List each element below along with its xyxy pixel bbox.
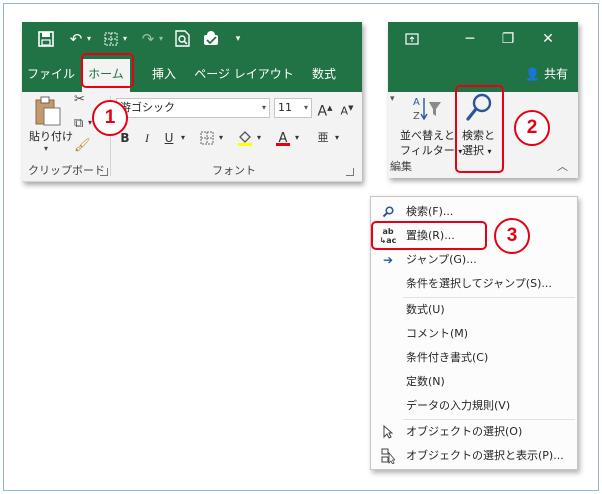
menu-item-goto[interactable]: ➔ ジャンプ(G)... bbox=[371, 248, 577, 272]
ribbon-tabs: ファイル ホーム 挿入 ページ レイアウト 数式 bbox=[22, 56, 362, 92]
grow-font-label: A bbox=[317, 103, 328, 120]
fill-color-dropdown-icon[interactable]: ▾ bbox=[254, 128, 264, 148]
font-group-label: フォント bbox=[212, 164, 256, 177]
ribbon-home-panel: ↶ ▾ ▾ ↷ ▾ ▾ ファイル ホーム 挿入 ページ レイアウト 数式 貼り付… bbox=[22, 22, 362, 182]
menu-item-label: データの入力規則(V) bbox=[406, 399, 511, 412]
selection-pane-icon bbox=[379, 444, 397, 472]
step-badge-1: 1 bbox=[92, 100, 128, 136]
menu-item-constants[interactable]: 定数(N) bbox=[371, 370, 577, 394]
menu-item-label: 条件付き書式(C) bbox=[406, 351, 489, 364]
copy-icon[interactable]: ⧉ bbox=[74, 116, 83, 131]
step-badge-2: 2 bbox=[514, 110, 550, 146]
font-name-value: 游ゴシック bbox=[120, 101, 175, 114]
sort-filter-button[interactable]: 並べ替えと フィルター ▾ bbox=[400, 128, 462, 159]
borders-dropdown-icon[interactable]: ▾ bbox=[216, 128, 226, 148]
sort-filter-icon[interactable]: AZ bbox=[412, 94, 442, 124]
redo-dropdown-icon[interactable]: ▾ bbox=[156, 28, 166, 50]
menu-item-formulas[interactable]: 数式(U) bbox=[371, 298, 577, 322]
menu-item-label: 定数(N) bbox=[406, 375, 445, 388]
phonetic-guide-icon[interactable]: 亜 bbox=[314, 128, 332, 148]
borders-dropdown-icon[interactable]: ▾ bbox=[120, 28, 130, 50]
ribbon-display-options-icon[interactable] bbox=[400, 22, 424, 56]
grow-font-button[interactable]: A▲ bbox=[316, 98, 334, 120]
paste-button[interactable]: 貼り付け bbox=[25, 128, 77, 144]
tab-page-layout[interactable]: ページ レイアウト bbox=[194, 56, 294, 92]
menu-item-selection-pane[interactable]: オブジェクトの選択と表示(P)... bbox=[371, 444, 577, 468]
cut-icon[interactable]: ✂ bbox=[74, 92, 85, 107]
underline-dropdown-icon[interactable]: ▾ bbox=[178, 128, 188, 148]
clipboard-group-label: クリップボード bbox=[28, 164, 105, 177]
quick-access-toolbar: ↶ ▾ ▾ ↷ ▾ ▾ bbox=[22, 22, 362, 56]
svg-text:A: A bbox=[413, 97, 420, 108]
chevron-down-icon: ▾ bbox=[261, 103, 266, 112]
menu-item-label: ジャンプ(G)... bbox=[406, 253, 477, 266]
redo-icon[interactable]: ↷ bbox=[138, 28, 158, 50]
menu-item-label: オブジェクトの選択(O) bbox=[406, 425, 523, 438]
restore-icon[interactable]: ❐ bbox=[496, 22, 520, 56]
close-icon[interactable]: ✕ bbox=[536, 22, 560, 56]
tab-insert[interactable]: 挿入 bbox=[144, 56, 184, 92]
paste-icon[interactable] bbox=[34, 96, 62, 126]
cursor-icon bbox=[379, 420, 397, 447]
borders-icon[interactable] bbox=[102, 28, 120, 50]
menu-item-label: 条件を選択してジャンプ(S)... bbox=[406, 277, 552, 290]
ribbon-home-body: 貼り付け ▾ ✂ ⧉ ▾ 🖌 クリップボード 游ゴシック ▾ 11 ▾ A▲ A… bbox=[22, 92, 362, 182]
share-button[interactable]: 👤 共有 bbox=[525, 65, 568, 82]
menu-item-label: 数式(U) bbox=[406, 303, 445, 316]
more-left-icon[interactable]: ▾ bbox=[390, 94, 395, 104]
highlight-replace-item bbox=[371, 221, 487, 250]
save-icon[interactable] bbox=[36, 28, 56, 50]
shrink-font-label: A bbox=[340, 104, 349, 118]
minimize-icon[interactable]: ─ bbox=[458, 22, 482, 56]
font-color-icon[interactable]: A bbox=[274, 128, 292, 148]
tab-file[interactable]: ファイル bbox=[26, 56, 76, 92]
menu-item-label: コメント(M) bbox=[406, 327, 469, 340]
paste-dropdown-icon[interactable]: ▾ bbox=[44, 144, 48, 153]
fill-color-icon[interactable] bbox=[236, 128, 254, 148]
arrow-right-icon: ➔ bbox=[382, 253, 394, 267]
spelling-check-icon[interactable] bbox=[200, 28, 222, 50]
share-icon: 👤 bbox=[525, 67, 541, 81]
borders-icon[interactable] bbox=[198, 128, 216, 148]
font-launcher-icon[interactable] bbox=[346, 168, 354, 176]
italic-button[interactable]: I bbox=[138, 128, 156, 148]
clipboard-launcher-icon[interactable] bbox=[100, 168, 108, 176]
menu-item-goto-special[interactable]: 条件を選択してジャンプ(S)... bbox=[371, 272, 577, 296]
phonetic-dropdown-icon[interactable]: ▾ bbox=[332, 128, 342, 148]
sort-filter-label-line2: フィルター ▾ bbox=[400, 144, 463, 157]
font-color-dropdown-icon[interactable]: ▾ bbox=[292, 128, 302, 148]
print-preview-icon[interactable] bbox=[172, 28, 192, 50]
underline-button[interactable]: U bbox=[160, 128, 178, 148]
editing-group-label: 編集 bbox=[390, 160, 412, 173]
chevron-down-icon: ▾ bbox=[303, 103, 308, 112]
highlight-home-tab bbox=[81, 53, 134, 88]
undo-icon[interactable]: ↶ bbox=[66, 28, 86, 50]
step-badge-3: 3 bbox=[494, 218, 530, 254]
undo-dropdown-icon[interactable]: ▾ bbox=[84, 28, 94, 50]
share-label: 共有 bbox=[543, 67, 568, 81]
menu-item-data-validation[interactable]: データの入力規則(V) bbox=[371, 394, 577, 418]
font-name-select[interactable]: 游ゴシック ▾ bbox=[116, 98, 270, 118]
highlight-find-select bbox=[455, 85, 504, 173]
svg-text:Z: Z bbox=[413, 111, 420, 122]
menu-item-select-objects[interactable]: オブジェクトの選択(O) bbox=[371, 420, 577, 444]
customize-qat-icon[interactable]: ▾ bbox=[232, 28, 244, 50]
collapse-ribbon-icon[interactable]: ︿ bbox=[557, 158, 568, 174]
shrink-font-button[interactable]: A▼ bbox=[338, 98, 356, 118]
tab-formulas[interactable]: 数式 bbox=[304, 56, 344, 92]
menu-item-label: オブジェクトの選択と表示(P)... bbox=[406, 449, 564, 462]
menu-item-comments[interactable]: コメント(M) bbox=[371, 322, 577, 346]
font-size-select[interactable]: 11 ▾ bbox=[274, 98, 312, 118]
format-painter-icon[interactable]: 🖌 bbox=[74, 138, 91, 153]
title-bar: ─ ❐ ✕ bbox=[388, 22, 578, 56]
sort-filter-label-line1: 並べ替えと bbox=[400, 129, 455, 142]
menu-item-conditional-formatting[interactable]: 条件付き書式(C) bbox=[371, 346, 577, 370]
font-size-value: 11 bbox=[278, 101, 292, 114]
